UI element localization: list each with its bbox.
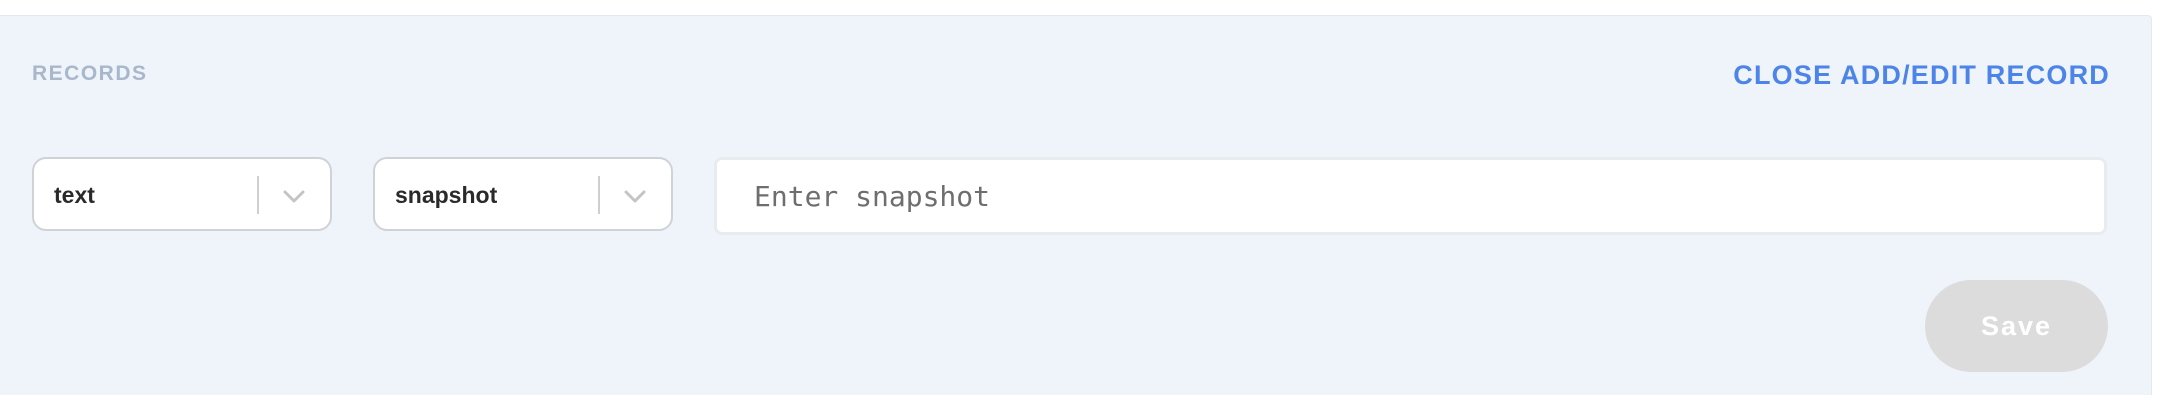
record-kind-select[interactable]: snapshot [373,157,673,231]
snapshot-input[interactable] [714,157,2107,235]
select-divider [257,176,259,214]
record-type-select[interactable]: text [32,157,332,231]
record-type-selected-value: text [54,182,95,208]
select-divider [598,176,600,214]
records-section-title: RECORDS [32,62,148,85]
close-add-edit-record-link[interactable]: CLOSE ADD/EDIT RECORD [1733,60,2110,91]
chevron-down-icon[interactable] [620,181,650,211]
chevron-down-icon[interactable] [279,181,309,211]
records-panel: RECORDS CLOSE ADD/EDIT RECORD text snaps… [0,15,2152,395]
record-kind-selected-value: snapshot [395,182,498,208]
save-button[interactable]: Save [1925,280,2108,372]
